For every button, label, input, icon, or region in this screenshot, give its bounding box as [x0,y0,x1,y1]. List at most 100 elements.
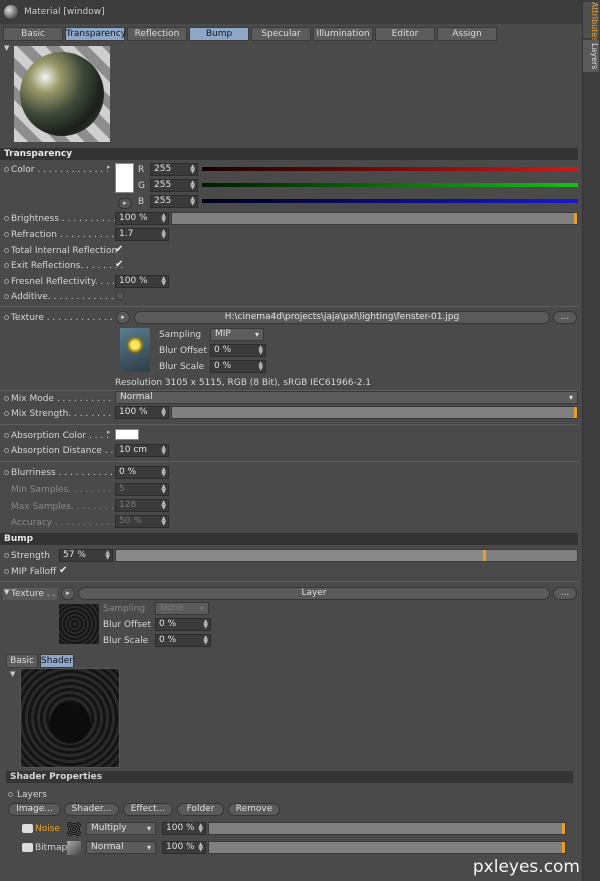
tab-transparency[interactable]: Transparency [65,27,126,41]
spin-arrows-icon[interactable]: ▲ ▼ [161,445,166,456]
blur-offset-field[interactable]: 0 % ▲ ▼ [210,344,266,357]
anim-dot[interactable] [4,294,9,299]
layer-name[interactable]: Bitmap [35,843,67,853]
color-expand-icon[interactable]: ▸ [107,428,111,436]
effect-button[interactable]: Effect... [123,803,173,816]
absorption-color-swatch[interactable] [115,429,139,440]
anim-dot[interactable] [4,167,9,172]
slider-knob[interactable] [562,823,565,834]
bump-texture-more-button[interactable]: ... [553,587,577,600]
tab-reflection[interactable]: Reflection [127,27,187,41]
tab-assign[interactable]: Assign [437,27,497,41]
color-expand-icon[interactable]: ▸ [107,163,111,171]
spin-arrows-icon[interactable]: ▲ ▼ [258,361,263,372]
color-swatch[interactable] [115,163,134,193]
slider-knob[interactable] [574,213,577,224]
blur-scale-field[interactable]: 0 % ▲ ▼ [210,360,266,373]
anim-dot[interactable] [4,216,9,221]
spin-arrows-icon[interactable]: ▲ ▼ [161,229,166,240]
tab-specular[interactable]: Specular [251,27,311,41]
exit-reflections-checkbox[interactable]: ✔ [115,259,123,270]
texture-path-button[interactable]: H:\cinema4d\projects\jaja\pxl\lighting\f… [134,311,550,324]
anim-dot[interactable] [4,448,9,453]
spin-arrows-icon[interactable]: ▲ ▼ [198,823,203,834]
mix-mode-select[interactable]: Normal ▾ [115,391,578,404]
spin-arrows-icon[interactable]: ▲ ▼ [198,842,203,853]
spin-arrows-icon[interactable]: ▲ ▼ [161,213,166,224]
anim-dot[interactable] [4,263,9,268]
sampling-select[interactable]: MIP ▾ [210,328,264,341]
slider-knob[interactable] [482,550,486,561]
anim-dot[interactable] [4,279,9,284]
anim-dot[interactable] [4,411,9,416]
additive-checkbox[interactable] [116,292,124,300]
anim-dot[interactable] [4,470,9,475]
spin-arrows-icon[interactable]: ▲ ▼ [105,550,110,561]
tab-attributes[interactable]: Attributes [583,2,599,42]
spin-arrows-icon[interactable]: ▲ ▼ [203,635,208,646]
anim-dot[interactable] [4,248,9,253]
slider-knob[interactable] [574,407,577,418]
refraction-field[interactable]: 1.7 ▲ ▼ [115,228,169,241]
anim-dot[interactable] [4,569,9,574]
mip-falloff-checkbox[interactable]: ✔ [59,565,67,576]
layer-value-field[interactable]: 100 % ▲ ▼ [162,822,206,835]
mix-strength-slider[interactable] [171,406,578,419]
bump-strength-field[interactable]: 57 % ▲ ▼ [59,549,113,562]
layer-mode-select[interactable]: Multiply ▾ [86,822,156,835]
brightness-slider[interactable] [171,212,578,225]
bump-blur-offset-field[interactable]: 0 % ▲ ▼ [155,618,211,631]
texture-thumbnail[interactable] [120,328,150,372]
anim-dot[interactable] [4,315,9,320]
mix-strength-field[interactable]: 100 % ▲ ▼ [115,406,169,419]
spin-arrows-icon[interactable]: ▲ ▼ [258,345,263,356]
r-slider[interactable] [202,167,578,171]
tab-bump[interactable]: Bump [189,27,249,41]
anim-dot[interactable] [4,433,9,438]
brightness-field[interactable]: 100 % ▲ ▼ [115,212,169,225]
g-field[interactable]: 255 ▲ ▼ [150,179,198,192]
eye-icon[interactable] [22,843,33,852]
spin-arrows-icon[interactable]: ▲ ▼ [161,467,166,478]
bump-strength-slider[interactable] [115,549,578,562]
spin-arrows-icon[interactable]: ▲ ▼ [203,619,208,630]
anim-dot[interactable] [4,396,9,401]
bump-texture-thumbnail[interactable] [59,604,99,644]
spin-arrows-icon[interactable]: ▲ ▼ [161,276,166,287]
folder-button[interactable]: Folder [177,803,224,816]
blurriness-field[interactable]: 0 % ▲ ▼ [115,466,169,479]
image-button[interactable]: Image... [8,803,61,816]
material-preview[interactable] [14,46,110,142]
anim-dot[interactable] [4,553,9,558]
fresnel-field[interactable]: 100 % ▲ ▼ [115,275,169,288]
shader-button[interactable]: Shader... [64,803,119,816]
color-mode-button[interactable]: ▸ [118,198,132,209]
preview-collapse-icon[interactable]: ▼ [10,670,15,678]
tir-checkbox[interactable]: ✔ [115,244,123,255]
anim-dot[interactable] [8,792,13,797]
g-slider[interactable] [202,183,578,187]
layer-name[interactable]: Noise [35,824,60,834]
b-field[interactable]: 255 ▲ ▼ [150,195,198,208]
subtab-shader[interactable]: Shader [40,654,74,668]
bump-texture-menu-button[interactable]: ▸ [61,587,75,600]
tab-layers[interactable]: Layers [583,40,599,72]
spin-arrows-icon[interactable]: ▲ ▼ [190,164,195,175]
tab-basic[interactable]: Basic [3,27,63,41]
subtab-basic[interactable]: Basic [6,654,38,668]
bump-texture-header[interactable]: ▼ Texture . . [3,588,57,600]
slider-knob[interactable] [562,842,565,853]
anim-dot[interactable] [4,232,9,237]
shader-preview[interactable] [20,668,120,768]
preview-collapse-icon[interactable]: ▼ [4,44,9,52]
layer-value-field[interactable]: 100 % ▲ ▼ [162,841,206,854]
layer-slider[interactable] [208,841,566,854]
bump-blur-scale-field[interactable]: 0 % ▲ ▼ [155,634,211,647]
b-slider[interactable] [202,199,578,203]
spin-arrows-icon[interactable]: ▲ ▼ [190,196,195,207]
r-field[interactable]: 255 ▲ ▼ [150,163,198,176]
texture-more-button[interactable]: ... [553,311,577,324]
remove-button[interactable]: Remove [228,803,280,816]
tab-editor[interactable]: Editor [375,27,435,41]
spin-arrows-icon[interactable]: ▲ ▼ [190,180,195,191]
